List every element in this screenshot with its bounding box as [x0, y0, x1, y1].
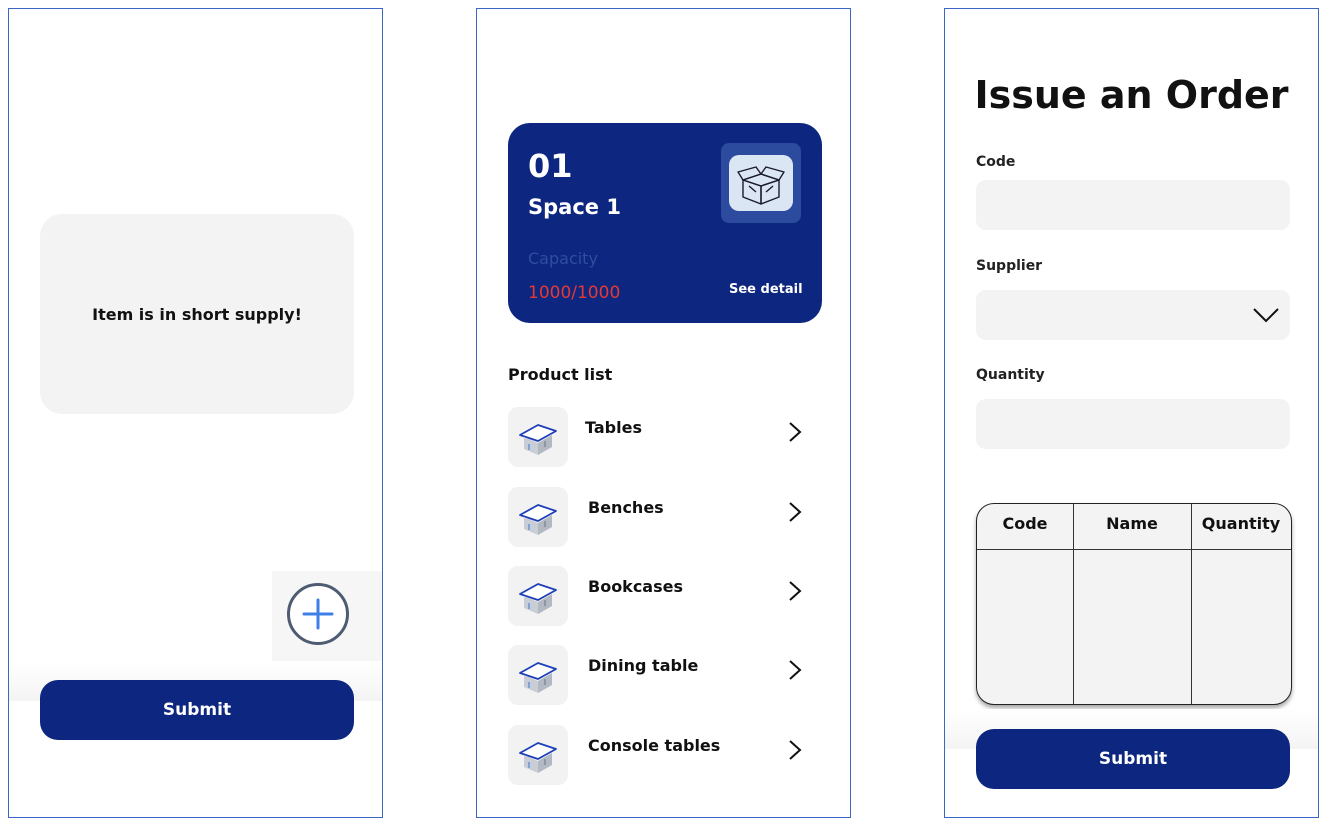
add-button[interactable] — [287, 583, 349, 645]
product-thumbnail — [508, 487, 568, 547]
table-header-divider — [977, 549, 1291, 550]
see-detail-link[interactable]: See detail — [729, 282, 803, 297]
table-column-divider — [1073, 504, 1074, 704]
order-table: Code Name Quantity — [976, 503, 1292, 705]
product-name: Tables — [585, 418, 642, 437]
code-label: Code — [976, 154, 1016, 170]
product-thumbnail — [508, 407, 568, 467]
furniture-icon — [519, 504, 557, 535]
space-icon-tile — [721, 143, 801, 223]
product-thumbnail — [508, 566, 568, 626]
chevron-right-icon — [789, 502, 802, 522]
product-name: Benches — [588, 498, 664, 517]
product-name: Bookcases — [588, 577, 683, 596]
page-title: Issue an Order — [974, 73, 1289, 117]
product-item-benches[interactable]: Benches — [508, 487, 808, 547]
product-item-dining-table[interactable]: Dining table — [508, 645, 808, 705]
chevron-right-icon — [789, 422, 802, 442]
code-field[interactable] — [976, 180, 1290, 230]
capacity-label: Capacity — [528, 249, 598, 268]
furniture-icon — [519, 424, 557, 455]
chevron-right-icon — [789, 581, 802, 601]
chevron-right-icon — [789, 740, 802, 760]
column-header-quantity: Quantity — [1201, 514, 1281, 533]
quantity-field[interactable] — [976, 399, 1290, 449]
capacity-value: 1000/1000 — [528, 283, 621, 303]
product-thumbnail — [508, 725, 568, 785]
product-list-title: Product list — [508, 365, 613, 384]
column-header-name: Name — [1106, 514, 1158, 533]
space-card: 01 Space 1 Capacity 1000/1000 See detail — [508, 123, 822, 323]
furniture-icon — [519, 742, 557, 773]
furniture-icon — [519, 662, 557, 693]
supplier-select[interactable] — [976, 290, 1290, 340]
chevron-down-icon — [1253, 308, 1279, 323]
product-name: Dining table — [588, 656, 699, 675]
supplier-label: Supplier — [976, 258, 1043, 274]
space-screen: 01 Space 1 Capacity 1000/1000 See detail — [476, 8, 851, 818]
column-header-code: Code — [1002, 514, 1048, 533]
product-item-console-tables[interactable]: Console tables — [508, 725, 808, 785]
product-item-bookcases[interactable]: Bookcases — [508, 566, 808, 626]
open-box-icon — [737, 166, 785, 205]
space-number: 01 — [528, 147, 573, 185]
furniture-icon — [519, 583, 557, 614]
product-item-tables[interactable]: Tables — [508, 407, 808, 467]
submit-button[interactable]: Submit — [40, 680, 354, 740]
space-name: Space 1 — [528, 195, 621, 219]
alert-card: Item is in short supply! — [40, 214, 354, 414]
chevron-right-icon — [789, 660, 802, 680]
quantity-label: Quantity — [976, 367, 1045, 383]
order-screen: Issue an Order Code Supplier Quantity Co… — [944, 8, 1319, 818]
alert-screen: Item is in short supply! Submit — [8, 8, 383, 818]
product-thumbnail — [508, 645, 568, 705]
product-name: Console tables — [588, 736, 721, 755]
alert-message: Item is in short supply! — [92, 304, 302, 324]
submit-button[interactable]: Submit — [976, 729, 1290, 789]
table-column-divider — [1191, 504, 1192, 704]
plus-icon — [302, 598, 334, 630]
